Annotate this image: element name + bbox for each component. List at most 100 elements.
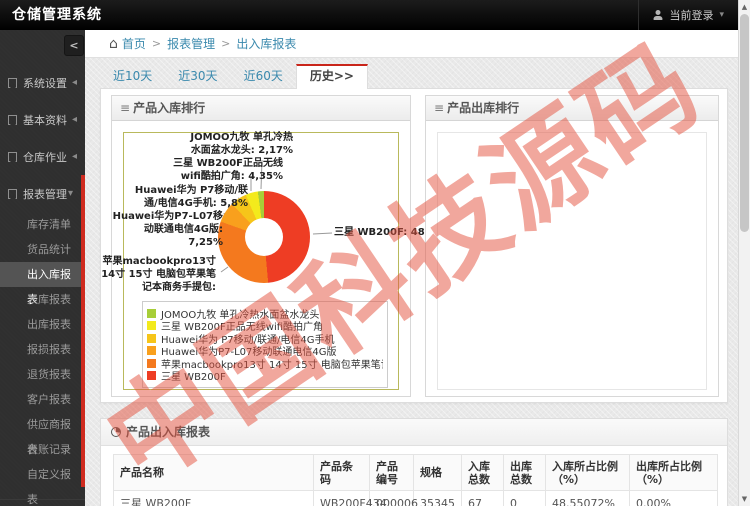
sidebar-item[interactable]: 台账记录 <box>0 437 81 462</box>
report-panel-header: 产品出入库报表 <box>101 419 727 446</box>
pie-callout-label: 苹果macbookpro13寸 14寸 15寸 电脑包苹果笔 记本商务手提包: <box>101 256 216 293</box>
breadcrumb-link[interactable]: 报表管理 <box>167 35 215 52</box>
report-table: 产品名称 产品条码 产品编号 规格 入库总数 出库总数 入库所占比例（%） 出库所占比例（%）… <box>113 454 718 506</box>
legend-label: Huawei华为 P7移动/联通/电信4G手机 <box>161 334 335 345</box>
sidebar-group-label: 报表管理 <box>23 187 67 201</box>
sidebar-item[interactable]: 货品统计 <box>0 237 81 262</box>
sidebar-item[interactable]: 供应商报表 <box>0 412 81 456</box>
legend-label: 苹果macbookpro13寸 14寸 15寸 电脑包苹果笔记本商务手提包 <box>161 359 383 370</box>
sidebar-group-header[interactable]: 基本资料 ◂ <box>0 101 85 138</box>
sidebar-item[interactable]: 退货报表 <box>0 362 81 387</box>
app-title: 仓储管理系统 <box>12 7 102 23</box>
inbound-panel-title: 产品入库排行 <box>133 101 206 115</box>
scrollbar[interactable]: ▲ ▼ <box>738 0 750 506</box>
table-cell: 67 <box>461 490 504 506</box>
chevron-left-icon: ◂ <box>71 151 77 162</box>
legend-swatch <box>147 346 156 356</box>
legend-swatch <box>147 358 156 368</box>
sidebar-group-label: 仓库作业 <box>23 150 67 164</box>
table-cell: 0 <box>503 490 546 506</box>
sidebar-item[interactable]: 库存清单 <box>0 212 81 237</box>
table-header-row: 产品名称 产品条码 产品编号 规格 入库总数 出库总数 入库所占比例（%） 出库所占比例（%） <box>113 454 718 491</box>
column-header: 出库所占比例（%） <box>629 454 718 491</box>
legend-label: 三星 WB200F正品无线wifi酷拍广角 <box>161 322 324 332</box>
user-menu-label: 当前登录 <box>669 9 714 22</box>
pie-report-icon <box>111 427 121 437</box>
sidebar-group-header[interactable]: 仓库作业 ◂ <box>0 138 85 175</box>
sidebar-groups: 系统设置 ◂ 基本资料 ◂ 仓库作业 ◂ 报表管理 ▾ 库存清单 货品统计 出入库报表 入库报表 出库报… <box>0 64 85 506</box>
legend-item: Huawei华为P7-L07移动联通电信4G版 <box>147 345 383 357</box>
scroll-down-arrow[interactable]: ▼ <box>739 492 750 506</box>
chevron-left-icon: ◂ <box>71 114 77 125</box>
sidebar-group: 报表管理 ▾ 库存清单 货品统计 出入库报表 入库报表 出库报表 报损报表 退货报表 客户报表 供应… <box>0 175 85 506</box>
outbound-chart-area <box>437 132 707 390</box>
chevron-down-icon: ▾ <box>719 10 724 20</box>
legend-swatch <box>147 308 156 318</box>
chevron-left-icon: ◂ <box>71 77 77 88</box>
legend-swatch <box>147 371 156 381</box>
tab[interactable]: 近10天 <box>100 64 165 89</box>
breadcrumb-trail: > 报表管理 > 出入库报表 <box>146 35 296 52</box>
pie-callout-label: Huawei华为 P7移动/联 通/电信4G手机: 5,8% <box>134 185 248 209</box>
column-header: 规格 <box>413 454 462 491</box>
sidebar-group-header[interactable]: 报表管理 ▾ <box>0 175 81 212</box>
sidebar-collapse-button[interactable]: < <box>64 35 84 56</box>
sidebar-item[interactable]: 出库报表 <box>0 312 81 337</box>
list-icon: ≡ <box>434 101 445 115</box>
scroll-up-arrow[interactable]: ▲ <box>739 0 750 14</box>
sidebar-group: 仓库作业 ◂ <box>0 138 85 175</box>
column-header: 产品名称 <box>113 454 314 491</box>
tab[interactable]: 近30天 <box>165 64 230 89</box>
sidebar: < 系统设置 ◂ 基本资料 ◂ 仓库作业 ◂ 报表管理 ▾ 库存清单 货品统计 出入库报表 入库报表出… <box>0 30 85 506</box>
sidebar-group: 基本资料 ◂ <box>0 101 85 138</box>
tabbar: 近10天 近30天 近60天 历史>> <box>100 64 368 89</box>
legend-item: 三星 WB200F正品无线wifi酷拍广角 <box>147 320 383 332</box>
logout-button[interactable]: 退出系统 <box>0 499 85 506</box>
inbound-chart-area: JOMOO九牧 单孔冷热 水面盆水龙头: 2,17% 三星 WB200F正品无线 wi… <box>101 132 452 390</box>
charts-container: ≡ 产品入库排行 JOMOO九牧 单孔冷热 水面盆水龙头: 2,17% 三星 W… <box>100 88 728 403</box>
outbound-rank-panel: ≡ 产品出库排行 <box>425 95 719 397</box>
breadcrumb-link[interactable]: 出入库报表 <box>236 35 296 52</box>
legend-label: 三星 WB200F <box>161 372 226 382</box>
sidebar-group-label: 系统设置 <box>23 76 67 90</box>
legend-label: Huawei华为P7-L07移动联通电信4G版 <box>161 347 337 357</box>
sidebar-item[interactable]: 入库报表 <box>0 287 81 312</box>
table-cell: 48.55072% <box>545 490 630 506</box>
top-header: 仓储管理系统 当前登录 ▾ <box>0 0 738 30</box>
table-body: 三星 WB200F WB200F434 000006 35345 67 0 48.55072… <box>113 490 718 506</box>
sidebar-item[interactable]: 自定义报表 <box>0 462 81 506</box>
pie-callout-label: JOMOO九牧 单孔冷热 水面盆水龙头: 2,17% <box>190 132 293 156</box>
pie-legend: JOMOO九牧 单孔冷热水面盆水龙头 三星 WB200F正品无线wifi酷拍广角 H… <box>142 301 388 388</box>
column-header: 入库所占比例（%） <box>545 454 630 491</box>
sidebar-group: 系统设置 ◂ <box>0 64 85 101</box>
sidebar-item[interactable]: 客户报表 <box>0 387 81 412</box>
table-row: 三星 WB200F WB200F434 000006 35345 67 0 48.55072… <box>113 490 718 506</box>
inbound-rank-panel: ≡ 产品入库排行 JOMOO九牧 单孔冷热 水面盆水龙头: 2,17% 三星 W… <box>101 95 452 397</box>
legend-label: JOMOO九牧 单孔冷热水面盆水龙头 <box>161 309 320 320</box>
sidebar-item[interactable]: 出入库报表 <box>0 262 81 306</box>
bookmark-icon <box>8 151 17 162</box>
scrollbar-thumb[interactable] <box>740 14 749 232</box>
sidebar-group-label: 基本资料 <box>23 113 67 127</box>
user-menu[interactable]: 当前登录 ▾ <box>638 0 724 30</box>
legend-swatch <box>147 333 156 343</box>
column-header: 入库总数 <box>461 454 504 491</box>
chevron-down-icon: ▾ <box>67 188 73 199</box>
outbound-panel-title: 产品出库排行 <box>447 101 520 115</box>
tab[interactable]: 近60天 <box>231 64 296 89</box>
tab[interactable]: 历史>> <box>295 64 368 89</box>
breadcrumb-home[interactable]: 首页 <box>122 35 146 52</box>
sidebar-group-header[interactable]: 系统设置 ◂ <box>0 64 85 101</box>
page: 仓储管理系统 当前登录 ▾ < 系统设置 ◂ 基本资料 ◂ 仓库作业 ◂ 报表管理 ▾ 库存清单… <box>0 0 750 506</box>
sidebar-item[interactable]: 报损报表 <box>0 337 81 362</box>
breadcrumb-separator: > <box>151 37 162 50</box>
home-icon: ⌂ <box>109 35 118 52</box>
column-header: 出库总数 <box>503 454 546 491</box>
table-cell: 0.00% <box>629 490 718 506</box>
column-header: 产品编号 <box>369 454 414 491</box>
legend-item: 苹果macbookpro13寸 14寸 15寸 电脑包苹果笔记本商务手提包 <box>147 357 383 370</box>
pie-callout-label: 三星 WB200F正品无线 wifi酷拍广角: 4,35% <box>173 158 283 182</box>
column-header: 产品条码 <box>313 454 370 491</box>
main-area: ⌂ 首页 > 报表管理 > 出入库报表 近10天 近30天 近60天 历史>> ≡ 产品入库排… <box>85 30 738 506</box>
table-cell: 000006 <box>369 490 418 506</box>
